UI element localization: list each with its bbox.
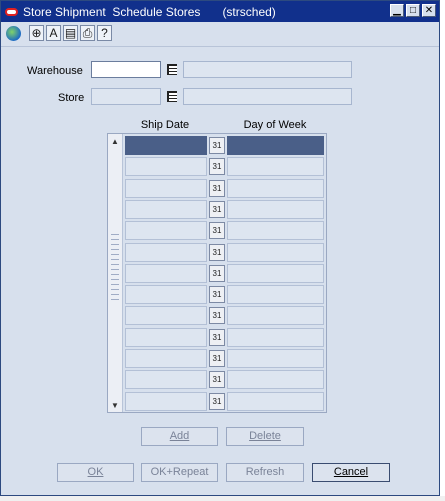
print-icon[interactable]: ⎙ — [80, 25, 95, 41]
window-title: Store Shipment Schedule Stores — [23, 4, 201, 19]
module-code: (strsched) — [222, 4, 276, 19]
background-strip — [0, 496, 445, 501]
store-input[interactable] — [91, 88, 161, 105]
day-of-week-cell[interactable] — [227, 157, 324, 177]
day-of-week-cell[interactable] — [227, 242, 324, 262]
calendar-icon[interactable]: 31 — [209, 179, 225, 197]
add-button-label: Add — [169, 430, 190, 442]
refresh-button[interactable]: Refresh — [226, 463, 304, 482]
vertical-scrollbar[interactable]: ▲ ▼ — [108, 134, 123, 412]
ok-button-label: OK — [87, 466, 104, 478]
day-of-week-cell[interactable] — [227, 370, 324, 390]
calendar-icon[interactable]: 31 — [209, 222, 225, 240]
calendar-icon[interactable]: 31 — [209, 137, 225, 154]
globe-icon[interactable] — [6, 25, 21, 41]
calendar-icon[interactable]: 31 — [209, 328, 225, 346]
calendar-icon[interactable]: 31 — [209, 264, 225, 282]
question-icon[interactable]: ? — [97, 25, 112, 41]
calendar-icon[interactable]: 31 — [209, 350, 225, 367]
day-of-week-cell[interactable] — [227, 327, 324, 347]
toolbar: ⊕ A ▤ ⎙ ? — [1, 23, 439, 43]
ship-date-cell[interactable] — [125, 157, 207, 177]
ok-button[interactable]: OK — [57, 463, 134, 482]
store-description — [183, 88, 352, 105]
warehouse-input[interactable] — [91, 61, 161, 78]
delete-button-label: Delete — [249, 430, 281, 442]
header-day-of-week: Day of Week — [243, 119, 307, 131]
store-shipment-window: Store Shipment Schedule Stores (strsched… — [0, 0, 440, 496]
ship-date-cell[interactable] — [125, 327, 207, 347]
minimize-button[interactable]: ▁ — [390, 4, 404, 17]
ok-repeat-button-label: OK+Repeat — [150, 466, 209, 478]
store-lov-icon[interactable] — [164, 88, 180, 104]
schedule-grid: ▲ ▼ 31 31 31 31 31 31 31 31 31 31 31 31 31 — [107, 133, 327, 413]
scroll-up-arrow-icon[interactable]: ▲ — [109, 136, 121, 148]
day-of-week-cell[interactable] — [227, 199, 324, 219]
calendar-icon[interactable]: 31 — [209, 371, 225, 389]
scroll-down-arrow-icon[interactable]: ▼ — [109, 400, 121, 412]
ship-date-cell[interactable] — [125, 242, 207, 262]
cancel-button[interactable]: Cancel — [312, 463, 390, 482]
ship-date-cell[interactable] — [125, 178, 207, 198]
warehouse-label: Warehouse — [27, 65, 83, 77]
ship-date-cell[interactable] — [125, 199, 207, 219]
help-icon[interactable]: ⊕ — [29, 25, 44, 41]
ship-date-cell[interactable] — [125, 391, 207, 411]
copy-icon[interactable]: ▤ — [63, 25, 78, 41]
ship-date-cell[interactable] — [125, 221, 207, 241]
day-of-week-cell[interactable] — [227, 285, 324, 305]
delete-button[interactable]: Delete — [226, 427, 304, 446]
day-of-week-cell[interactable] — [227, 306, 324, 326]
day-of-week-cell[interactable] — [227, 391, 324, 411]
warehouse-description — [183, 61, 352, 78]
day-of-week-cell[interactable] — [227, 349, 324, 368]
day-of-week-cell[interactable] — [227, 178, 324, 198]
calendar-icon[interactable]: 31 — [209, 286, 225, 304]
ship-date-cell[interactable] — [125, 263, 207, 283]
maximize-button[interactable]: □ — [406, 4, 420, 17]
day-of-week-cell[interactable] — [227, 221, 324, 241]
calendar-icon[interactable]: 31 — [209, 200, 225, 218]
day-of-week-cell[interactable] — [227, 136, 324, 155]
ship-date-cell[interactable] — [125, 349, 207, 368]
day-of-week-cell[interactable] — [227, 263, 324, 283]
toolbar-divider — [1, 46, 439, 47]
ship-date-cell[interactable] — [125, 306, 207, 326]
refresh-button-label: Refresh — [245, 466, 285, 478]
header-ship-date: Ship Date — [140, 119, 190, 131]
calendar-icon[interactable]: 31 — [209, 307, 225, 325]
language-icon[interactable]: A — [46, 25, 61, 41]
ship-date-cell[interactable] — [125, 136, 207, 155]
add-button[interactable]: Add — [141, 427, 218, 446]
warehouse-lov-icon[interactable] — [164, 61, 180, 77]
store-label: Store — [58, 92, 85, 104]
ship-date-cell[interactable] — [125, 370, 207, 390]
ok-repeat-button[interactable]: OK+Repeat — [141, 463, 218, 482]
calendar-icon[interactable]: 31 — [209, 392, 225, 410]
oracle-logo-icon — [5, 7, 18, 16]
close-button[interactable]: ✕ — [422, 4, 436, 17]
cancel-button-label: Cancel — [333, 466, 369, 478]
calendar-icon[interactable]: 31 — [209, 243, 225, 261]
ship-date-cell[interactable] — [125, 285, 207, 305]
title-bar[interactable]: Store Shipment Schedule Stores (strsched… — [1, 1, 439, 22]
calendar-icon[interactable]: 31 — [209, 158, 225, 176]
scroll-thumb[interactable] — [111, 234, 119, 304]
